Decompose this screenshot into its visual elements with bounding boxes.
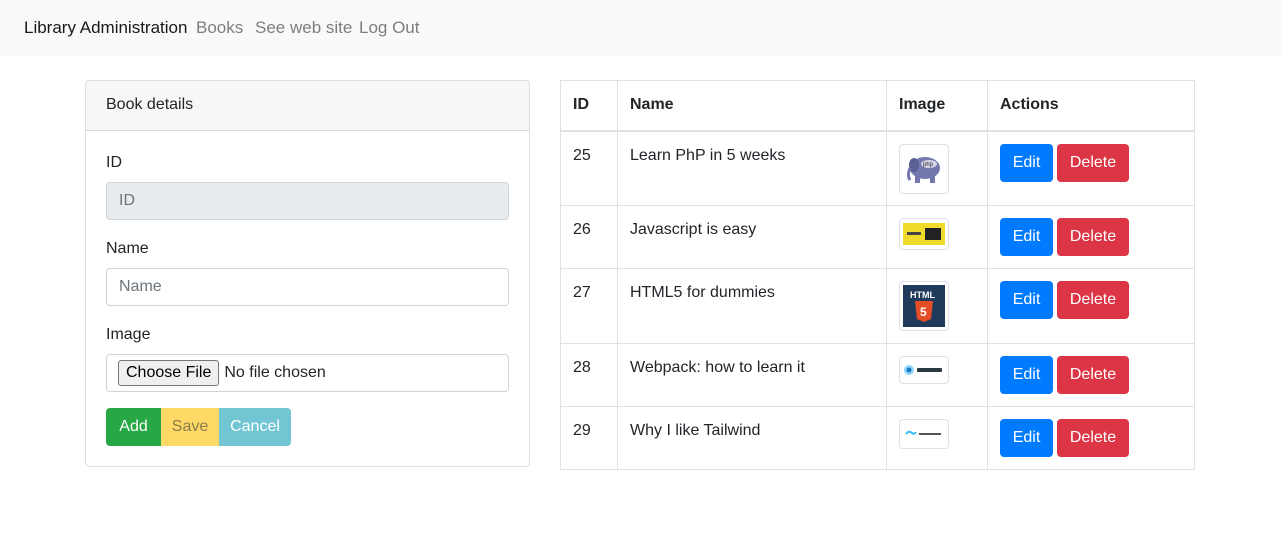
add-button[interactable]: Add (106, 408, 161, 446)
cell-actions: Edit Delete (987, 205, 1195, 269)
cancel-button[interactable]: Cancel (219, 408, 291, 446)
navbar: Library Administration Books See web sit… (0, 0, 1282, 56)
cell-actions: Edit Delete (987, 406, 1195, 470)
tailwindcss-logo-icon (899, 419, 949, 449)
cell-name: Javascript is easy (617, 205, 887, 269)
cell-name: Webpack: how to learn it (617, 343, 887, 407)
name-input[interactable]: Name (106, 268, 509, 306)
save-button[interactable]: Save (161, 408, 219, 446)
table-row: 27 HTML5 for dummies HTML 5 Edit Delete (560, 268, 1195, 344)
nav-link-see-web-site[interactable]: See web site (255, 18, 352, 38)
nav-link-log-out[interactable]: Log Out (359, 18, 420, 38)
edit-button[interactable]: Edit (1000, 218, 1053, 256)
cell-id: 27 (560, 268, 618, 344)
php-elephant-icon: php (899, 143, 949, 194)
cell-image: HTML 5 (886, 268, 988, 344)
name-label: Name (106, 240, 149, 257)
svg-text:5: 5 (920, 305, 927, 319)
delete-button[interactable]: Delete (1057, 218, 1129, 256)
cell-actions: Edit Delete (987, 130, 1195, 206)
cell-id: 26 (560, 205, 618, 269)
edit-button[interactable]: Edit (1000, 281, 1053, 319)
edit-button[interactable]: Edit (1000, 143, 1053, 182)
cell-actions: Edit Delete (987, 268, 1195, 344)
header-name: Name (617, 80, 887, 132)
image-label: Image (106, 326, 151, 343)
table-row: 26 Javascript is easy Edit Delete (560, 205, 1195, 269)
delete-button[interactable]: Delete (1057, 143, 1129, 182)
cell-image (886, 343, 988, 407)
webpack-logo-icon (899, 356, 949, 384)
id-label: ID (106, 154, 122, 171)
nav-link-books[interactable]: Books (196, 18, 243, 38)
delete-button[interactable]: Delete (1057, 281, 1129, 319)
cell-name: HTML5 for dummies (617, 268, 887, 344)
cell-id: 28 (560, 343, 618, 407)
card-header: Book details (86, 81, 529, 131)
table-row: 28 Webpack: how to learn it Edit Delete (560, 343, 1195, 407)
table-row: 25 Learn PhP in 5 weeks php Edit Delete (560, 130, 1195, 206)
edit-button[interactable]: Edit (1000, 356, 1053, 394)
file-status: No file chosen (224, 364, 326, 381)
cell-actions: Edit Delete (987, 343, 1195, 407)
book-details-card: Book details ID ID Name Name Image Choos… (85, 80, 530, 467)
choose-file-button[interactable]: Choose File (118, 360, 220, 386)
cell-image (886, 406, 988, 470)
id-input[interactable]: ID (106, 182, 509, 220)
cell-name: Why I like Tailwind (617, 406, 887, 470)
cell-image: php (886, 130, 988, 206)
svg-text:php: php (923, 162, 934, 168)
header-id: ID (560, 80, 618, 132)
cell-image (886, 205, 988, 269)
javascript-banner-icon (899, 218, 949, 250)
image-file-input[interactable]: Choose File No file chosen (106, 354, 509, 392)
navbar-brand[interactable]: Library Administration (24, 18, 187, 38)
edit-button[interactable]: Edit (1000, 419, 1053, 457)
html5-logo-icon: HTML 5 (899, 281, 949, 331)
table-header-row: ID Name Image Actions (560, 80, 1195, 132)
books-table: ID Name Image Actions 25 Learn PhP in 5 … (560, 80, 1195, 470)
delete-button[interactable]: Delete (1057, 419, 1129, 457)
header-image: Image (886, 80, 988, 132)
cell-id: 25 (560, 130, 618, 206)
id-placeholder: ID (119, 192, 135, 209)
cell-name: Learn PhP in 5 weeks (617, 130, 887, 206)
name-placeholder: Name (119, 278, 162, 295)
cell-id: 29 (560, 406, 618, 470)
svg-text:HTML: HTML (910, 290, 935, 300)
delete-button[interactable]: Delete (1057, 356, 1129, 394)
header-actions: Actions (987, 80, 1195, 132)
table-row: 29 Why I like Tailwind Edit Delete (560, 406, 1195, 470)
